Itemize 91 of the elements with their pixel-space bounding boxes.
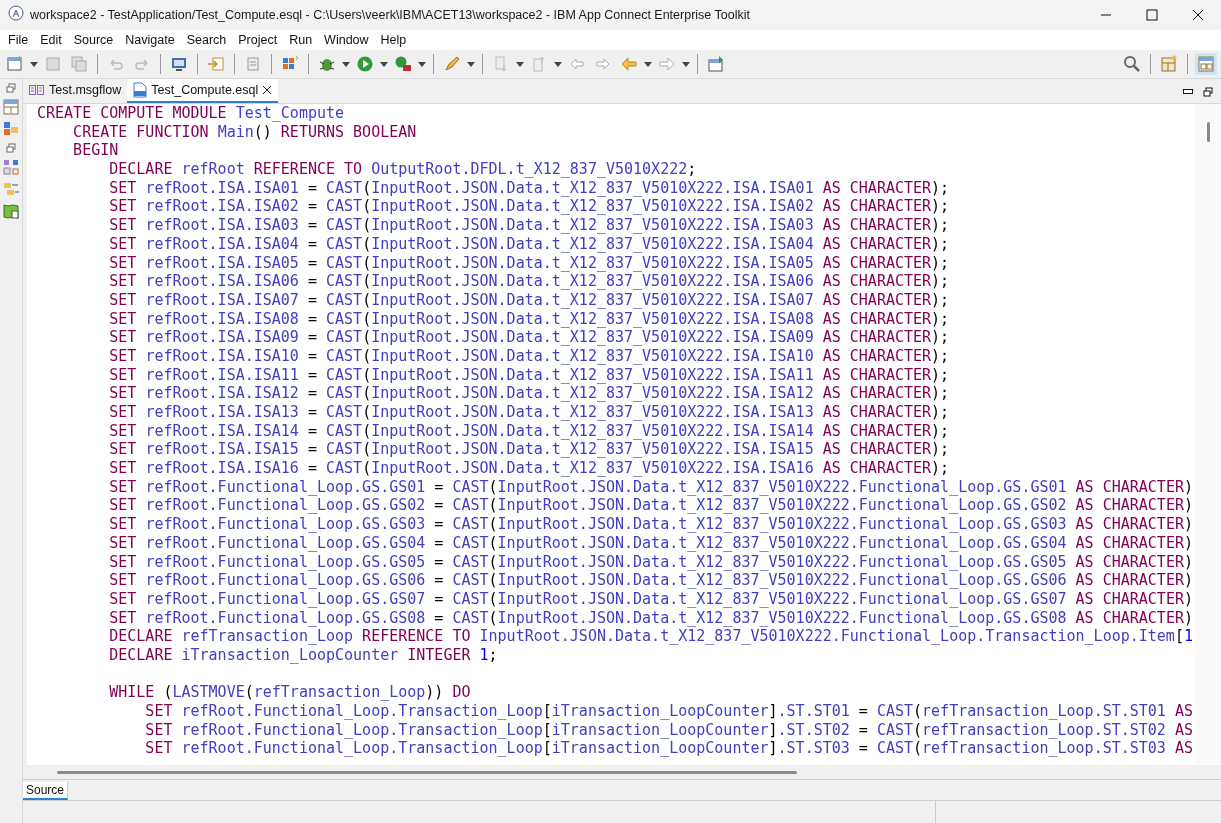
code-line: SET refRoot.ISA.ISA08 = CAST(InputRoot.JSON.Data.t_X12_837_V5010X222.ISA.ISA08 AS CHARACTER); bbox=[108, 309, 951, 329]
code-line: SET refRoot.ISA.ISA09 = CAST(InputRoot.JSON.Data.t_X12_837_V5010X222.ISA.ISA09 AS CHARACTER); bbox=[108, 328, 951, 347]
caret-icon[interactable] bbox=[30, 61, 38, 67]
caret-icon[interactable] bbox=[682, 61, 690, 67]
app-logo-icon bbox=[8, 5, 24, 21]
code-line: SET refRoot.ISA.ISA13 = CAST(InputRoot.JSON.Data.t_X12_837_V5010X222.ISA.ISA13 AS CHARACTER); bbox=[108, 403, 951, 422]
source-tab[interactable]: Source bbox=[23, 782, 69, 800]
caret-icon[interactable] bbox=[380, 61, 388, 67]
caret-icon[interactable] bbox=[342, 61, 350, 67]
code-line: CREATE FUNCTION Main() RETURNS BOOLEAN bbox=[72, 122, 418, 142]
code-line: SET refRoot.Functional_Loop.GS.GS07 = CAST(InputRoot.JSON.Data.t_X12_837_V5010X222.Functional_Loop.GS.GS07 AS CHARACTER) bbox=[108, 589, 1194, 609]
pin-window-icon bbox=[707, 55, 725, 73]
menu-item[interactable]: Help bbox=[374, 33, 413, 47]
save-icon bbox=[44, 55, 62, 73]
code-line: SET refRoot.ISA.ISA03 = CAST(InputRoot.JSON.Data.t_X12_837_V5010X222.ISA.ISA03 AS CHARACTER); bbox=[108, 216, 951, 235]
code-line: SET refRoot.Functional_Loop.GS.GS06 = CAST(InputRoot.JSON.Data.t_X12_837_V5010X222.Functional_Loop.GS.GS06 AS CHARACTER) bbox=[108, 571, 1194, 590]
menu-item[interactable]: Source bbox=[67, 33, 120, 47]
code-line: SET refRoot.ISA.ISA14 = CAST(InputRoot.JSON.Data.t_X12_837_V5010X222.ISA.ISA14 AS CHARACTER); bbox=[108, 421, 951, 441]
editor-tab[interactable]: Test.msgflow bbox=[23, 79, 128, 103]
close-icon bbox=[1192, 9, 1204, 21]
document-icon bbox=[244, 55, 262, 73]
layout-icon[interactable] bbox=[3, 99, 19, 115]
forward-icon bbox=[658, 55, 676, 73]
perspective-layout-icon bbox=[1197, 55, 1215, 73]
code-line: SET refRoot.ISA.ISA01 = CAST(InputRoot.JSON.Data.t_X12_837_V5010X222.ISA.ISA01 AS CHARACTER); bbox=[108, 178, 951, 198]
code-line: DECLARE refTransaction_Loop REFERENCE TO InputRoot.JSON.Data.t_X12_837_V5010X222.Functional_Loop.Transaction_Loop.Item[1 bbox=[108, 627, 1194, 646]
menu-item[interactable]: Window bbox=[318, 33, 375, 47]
monitor-icon bbox=[170, 55, 188, 73]
code-line: SET refRoot.Functional_Loop.GS.GS04 = CAST(InputRoot.JSON.Data.t_X12_837_V5010X222.Functional_Loop.GS.GS04 AS CHARACTER) bbox=[108, 533, 1194, 553]
code-line: SET refRoot.Functional_Loop.GS.GS08 = CAST(InputRoot.JSON.Data.t_X12_837_V5010X222.Functional_Loop.GS.GS08 AS CHARACTER) bbox=[108, 608, 1194, 628]
code-line: CREATE COMPUTE MODULE Test_Compute bbox=[37, 104, 346, 123]
code-line: SET refRoot.Functional_Loop.GS.GS02 = CAST(InputRoot.JSON.Data.t_X12_837_V5010X222.Functional_Loop.GS.GS02 AS CHARACTER) bbox=[108, 496, 1194, 516]
restore-icon[interactable] bbox=[1203, 87, 1213, 97]
scrollbar-thumb[interactable] bbox=[57, 770, 797, 774]
code-line: SET refRoot.ISA.ISA05 = CAST(InputRoot.JSON.Data.t_X12_837_V5010X222.ISA.ISA05 AS CHARACTER); bbox=[108, 253, 951, 273]
code-line: SET refRoot.ISA.ISA12 = CAST(InputRoot.JSON.Data.t_X12_837_V5010X222.ISA.ISA12 AS CHARACTER); bbox=[108, 384, 951, 403]
menu-item[interactable]: Navigate bbox=[119, 33, 181, 47]
caret-icon[interactable] bbox=[467, 61, 475, 67]
caret-icon[interactable] bbox=[418, 61, 426, 67]
code-line: SET refRoot.ISA.ISA10 = CAST(InputRoot.JSON.Data.t_X12_837_V5010X222.ISA.ISA10 AS CHARACTER); bbox=[108, 346, 951, 366]
code-line: BEGIN bbox=[72, 141, 120, 161]
close-icon[interactable] bbox=[262, 85, 273, 95]
code-line: SET refRoot.Functional_Loop.GS.GS05 = CAST(InputRoot.JSON.Data.t_X12_837_V5010X222.Functional_Loop.GS.GS05 AS CHARACTER) bbox=[108, 552, 1194, 572]
flow-icon bbox=[29, 84, 45, 96]
tab-label: Test_Compute.esql bbox=[151, 83, 259, 97]
code-line: DECLARE iTransaction_LoopCounter INTEGER 1; bbox=[108, 645, 499, 665]
new-window-icon bbox=[6, 55, 24, 73]
caret-icon[interactable] bbox=[516, 61, 524, 67]
code-line: SET refRoot.ISA.ISA15 = CAST(InputRoot.JSON.Data.t_X12_837_V5010X222.ISA.ISA15 AS CHARACTER); bbox=[108, 440, 951, 460]
code-line: SET refRoot.Functional_Loop.GS.GS01 = CAST(InputRoot.JSON.Data.t_X12_837_V5010X222.Functional_Loop.GS.GS01 AS CHARACTER) bbox=[108, 477, 1194, 497]
pen-icon bbox=[443, 55, 461, 73]
import-icon bbox=[207, 55, 225, 73]
save-all-icon bbox=[70, 55, 88, 73]
code-line: SET refRoot.Functional_Loop.Transaction_Loop[iTransaction_LoopCounter].ST.ST01 = CAST(refTransaction_Loop.ST.ST01 AS bbox=[144, 702, 1194, 721]
code-line: SET refRoot.ISA.ISA04 = CAST(InputRoot.JSON.Data.t_X12_837_V5010X222.ISA.ISA04 AS CHARACTER); bbox=[108, 234, 951, 254]
menu-item[interactable]: Edit bbox=[34, 33, 68, 47]
menu-item[interactable]: Project bbox=[232, 33, 284, 47]
esql-file-icon bbox=[133, 82, 148, 98]
menu-item[interactable]: File bbox=[2, 33, 35, 47]
menu-item[interactable]: Search bbox=[180, 33, 233, 47]
code-line: SET refRoot.ISA.ISA07 = CAST(InputRoot.JSON.Data.t_X12_837_V5010X222.ISA.ISA07 AS CHARACTER); bbox=[108, 290, 951, 310]
editor-tab[interactable]: Test_Compute.esql bbox=[127, 79, 279, 103]
code-line: DECLARE refRoot REFERENCE TO OutputRoot.DFDL.t_X12_837_V5010X222; bbox=[108, 160, 698, 179]
perspective-button[interactable] bbox=[1195, 53, 1217, 75]
caret-icon[interactable] bbox=[644, 61, 652, 67]
code-editor[interactable] bbox=[27, 104, 1221, 765]
code-line: SET refRoot.Functional_Loop.Transaction_Loop[iTransaction_LoopCounter].ST.ST03 = CAST(refTransaction_Loop.ST.ST03 AS bbox=[144, 739, 1194, 759]
code-line: SET refRoot.ISA.ISA16 = CAST(InputRoot.JSON.Data.t_X12_837_V5010X222.ISA.ISA16 AS CHARACTER); bbox=[108, 459, 951, 478]
menu-item[interactable]: Run bbox=[283, 33, 319, 47]
code-line: SET refRoot.Functional_Loop.Transaction_Loop[iTransaction_LoopCounter].ST.ST02 = CAST(refTransaction_Loop.ST.ST02 AS bbox=[144, 720, 1194, 740]
open-perspective-button[interactable] bbox=[1158, 53, 1180, 75]
code-line: SET refRoot.ISA.ISA06 = CAST(InputRoot.JSON.Data.t_X12_837_V5010X222.ISA.ISA06 AS CHARACTER); bbox=[108, 272, 951, 291]
caret-icon[interactable] bbox=[554, 61, 562, 67]
back-icon bbox=[620, 55, 638, 73]
code-line: SET refRoot.ISA.ISA02 = CAST(InputRoot.JSON.Data.t_X12_837_V5010X222.ISA.ISA02 AS CHARACTER); bbox=[108, 197, 951, 217]
run-icon bbox=[356, 55, 374, 73]
run-tools-icon bbox=[394, 55, 412, 73]
window-title: workspace2 - TestApplication/Test_Compute.esql - C:\Users\veerk\IBM\ACET13\workspace2 - IBM App Connect Enterprise Toolkit bbox=[30, 8, 751, 22]
hierarchy-icon[interactable] bbox=[3, 159, 19, 175]
blocks-icon[interactable] bbox=[3, 121, 19, 137]
tab-label: Test.msgflow bbox=[49, 83, 122, 97]
perspective-icon bbox=[1160, 55, 1178, 73]
maximize-icon bbox=[1146, 9, 1158, 21]
scrollbar-thumb[interactable] bbox=[1206, 122, 1210, 142]
map-icon[interactable] bbox=[3, 203, 19, 219]
code-line: SET refRoot.ISA.ISA11 = CAST(InputRoot.JSON.Data.t_X12_837_V5010X222.ISA.ISA11 AS CHARACTER); bbox=[108, 365, 951, 385]
search-icon bbox=[1123, 55, 1141, 73]
folder-tree-icon[interactable] bbox=[3, 181, 19, 197]
code-line: SET refRoot.Functional_Loop.GS.GS03 = CAST(InputRoot.JSON.Data.t_X12_837_V5010X222.Functional_Loop.GS.GS03 AS CHARACTER) bbox=[108, 515, 1194, 534]
code-line: WHILE (LASTMOVE(refTransaction_Loop)) DO bbox=[108, 683, 472, 702]
minimize-icon[interactable] bbox=[1183, 89, 1193, 95]
